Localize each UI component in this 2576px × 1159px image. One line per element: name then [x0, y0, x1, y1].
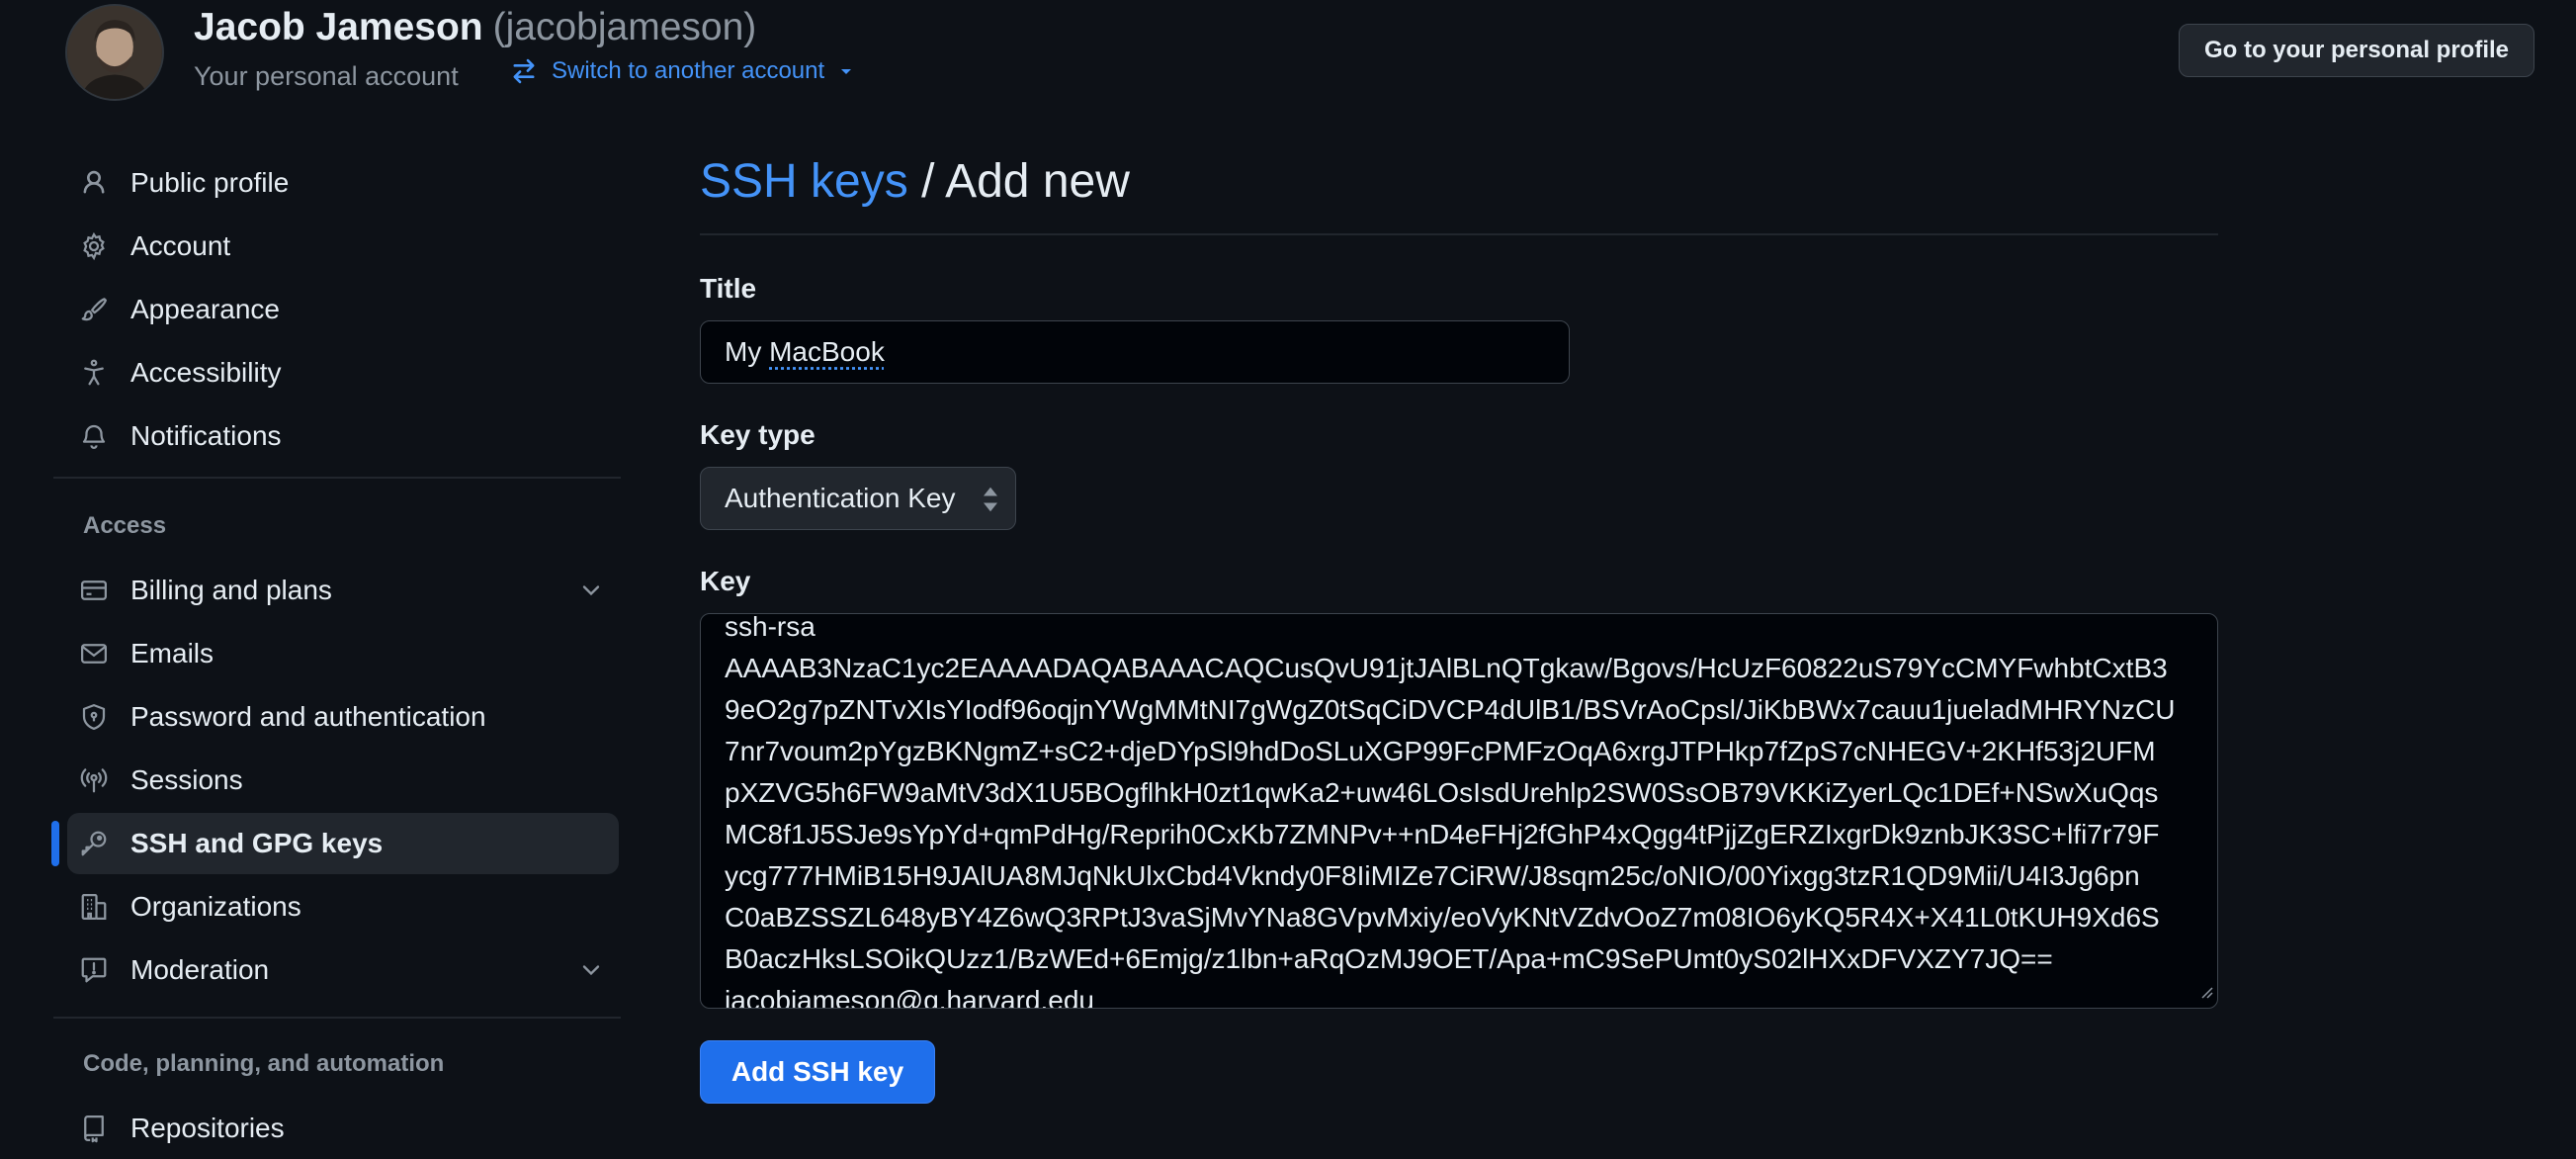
sidebar-item-account[interactable]: Account: [67, 216, 619, 277]
switch-account-label: Switch to another account: [552, 57, 824, 85]
shield-lock-icon: [77, 700, 111, 734]
account-login: (jacobjameson): [493, 6, 757, 48]
title-value-word: MacBook: [769, 336, 885, 367]
sidebar-item-label: Moderation: [130, 954, 269, 986]
key-line: MC8f1J5SJe9sYpYd+qmPdHg/Reprih0CxKb7ZMNP…: [725, 814, 2193, 855]
sidebar-item-billing[interactable]: Billing and plans: [67, 560, 619, 621]
page-title: SSH keys / Add new: [700, 154, 1130, 209]
sidebar-item-label: Public profile: [130, 167, 289, 199]
sidebar-item-emails[interactable]: Emails: [67, 623, 619, 684]
sidebar-item-public-profile[interactable]: Public profile: [67, 152, 619, 214]
repo-icon: [77, 1112, 111, 1145]
resize-handle-icon[interactable]: [2197, 983, 2213, 1004]
title-input-value: My MacBook: [725, 336, 885, 368]
person-icon: [77, 166, 111, 200]
accessibility-icon: [77, 356, 111, 390]
breadcrumb-separator: /: [908, 155, 945, 208]
sidebar-item-accessibility[interactable]: Accessibility: [67, 342, 619, 403]
key-line: jacobjameson@g.harvard.edu: [725, 980, 2193, 1009]
sidebar-item-label: Emails: [130, 638, 214, 669]
sidebar-section-access: Access: [83, 512, 166, 540]
key-line: 7nr7voum2pYgzBKNgmZ+sC2+djeDYpSl9hdDoSLu…: [725, 731, 2193, 772]
bell-icon: [77, 419, 111, 453]
gear-icon: [77, 229, 111, 263]
key-type-value: Authentication Key: [725, 483, 956, 514]
credit-card-icon: [77, 574, 111, 607]
chevron-down-icon[interactable]: [577, 577, 605, 604]
sidebar-item-ssh-gpg-keys[interactable]: SSH and GPG keys: [67, 813, 619, 874]
organization-icon: [77, 890, 111, 924]
switch-account-link[interactable]: Switch to another account: [510, 57, 854, 85]
key-line: B0aczHksLSOikQUzz1/BzWEd+6Emjg/z1lbn+aRq…: [725, 938, 2193, 980]
sidebar-item-label: Repositories: [130, 1113, 285, 1144]
go-to-profile-button[interactable]: Go to your personal profile: [2179, 24, 2534, 77]
mail-icon: [77, 637, 111, 670]
account-subtitle: Your personal account: [194, 61, 459, 92]
account-header: Jacob Jameson (jacobjameson) Your persona…: [0, 0, 2576, 109]
sidebar-item-repositories[interactable]: Repositories: [67, 1098, 619, 1159]
sidebar-item-notifications[interactable]: Notifications: [67, 405, 619, 467]
active-indicator: [51, 821, 59, 866]
breadcrumb-ssh-keys-link[interactable]: SSH keys: [700, 155, 908, 208]
sidebar-item-label: Appearance: [130, 294, 280, 325]
sidebar-item-label: Organizations: [130, 891, 301, 923]
key-type-select[interactable]: Authentication Key: [700, 467, 1016, 530]
account-display-name: Jacob Jameson (jacobjameson): [194, 6, 756, 49]
title-field-label: Title: [700, 273, 756, 305]
display-name: Jacob Jameson: [194, 6, 483, 48]
sidebar-item-label: Account: [130, 230, 230, 262]
chevron-down-icon[interactable]: [577, 956, 605, 984]
sidebar-item-label: Sessions: [130, 764, 243, 796]
select-arrows-icon: [982, 486, 999, 520]
breadcrumb-current: Add new: [945, 155, 1130, 208]
report-icon: [77, 953, 111, 987]
sidebar-item-password-authentication[interactable]: Password and authentication: [67, 686, 619, 748]
sidebar-item-label: SSH and GPG keys: [130, 828, 383, 859]
title-divider: [700, 233, 2218, 235]
sidebar-item-label: Password and authentication: [130, 701, 486, 733]
key-line: C0aBZSSZL648yBY4Z6wQ3RPtJ3vaSjMvYNa8GVpv…: [725, 897, 2193, 938]
broadcast-icon: [77, 763, 111, 797]
avatar[interactable]: [65, 4, 164, 101]
sidebar-item-organizations[interactable]: Organizations: [67, 876, 619, 937]
key-line: pXZVG5h6FW9aMtV3dX1U5BOgflhkH0zt1qwKa2+u…: [725, 772, 2193, 814]
sidebar-item-moderation[interactable]: Moderation: [67, 939, 619, 1001]
sidebar-section-code: Code, planning, and automation: [83, 1050, 444, 1078]
key-line: ycg777HMiB15H9JAlUA8MJqNkUlxCbd4Vkndy0F8…: [725, 855, 2193, 897]
sidebar-item-label: Notifications: [130, 420, 282, 452]
key-line: 9eO2g7pZNTvXIsYIodf96oqjnYWgMMtNI7gWgZ0t…: [725, 689, 2193, 731]
sidebar-divider: [53, 1017, 621, 1019]
caret-down-icon: [838, 63, 854, 79]
title-input[interactable]: My MacBook: [700, 320, 1570, 384]
sidebar-item-appearance[interactable]: Appearance: [67, 279, 619, 340]
key-text: ssh-rsa AAAAB3NzaC1yc2EAAAADAQABAAACAQCu…: [725, 613, 2193, 1009]
sidebar-item-sessions[interactable]: Sessions: [67, 750, 619, 811]
key-icon: [77, 827, 111, 860]
key-type-label: Key type: [700, 419, 816, 451]
paintbrush-icon: [77, 293, 111, 326]
title-value-prefix: My: [725, 336, 769, 367]
add-ssh-key-button[interactable]: Add SSH key: [700, 1040, 935, 1104]
key-field-label: Key: [700, 566, 750, 597]
key-textarea[interactable]: ssh-rsa AAAAB3NzaC1yc2EAAAADAQABAAACAQCu…: [700, 613, 2218, 1009]
key-line: AAAAB3NzaC1yc2EAAAADAQABAAACAQCusQvU91jt…: [725, 648, 2193, 689]
key-line: ssh-rsa: [725, 613, 2193, 648]
sidebar-divider: [53, 477, 621, 479]
sidebar-item-label: Billing and plans: [130, 575, 332, 606]
sidebar-item-label: Accessibility: [130, 357, 281, 389]
arrow-switch-icon: [510, 57, 538, 85]
